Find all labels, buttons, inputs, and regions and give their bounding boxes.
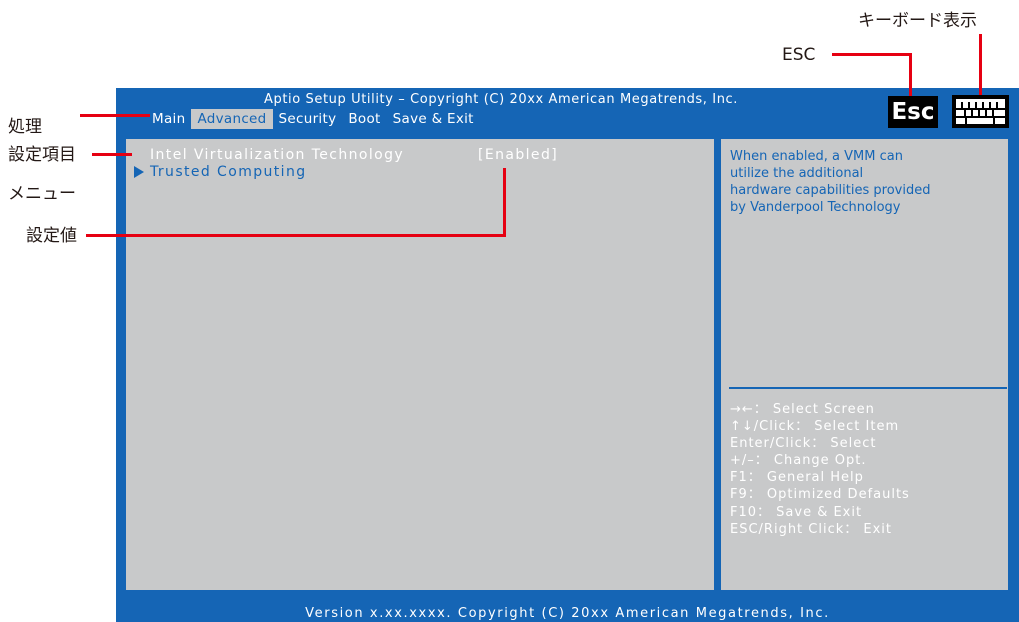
tab-boot[interactable]: Boot xyxy=(342,109,386,129)
keyboard-callout-line xyxy=(979,34,982,95)
bios-footer: Version x.xx.xxxx. Copyright (C) 20xx Am… xyxy=(305,606,830,621)
key-help-item: F10： Save & Exit xyxy=(730,504,863,520)
bios-screen: Aptio Setup Utility – Copyright (C) 20xx… xyxy=(116,88,1019,622)
bios-title: Aptio Setup Utility – Copyright (C) 20xx… xyxy=(263,92,739,107)
tab-save-exit[interactable]: Save & Exit xyxy=(387,109,480,129)
key-help-item: ↑↓/Click： Select Item xyxy=(730,419,900,435)
submenu-arrow-icon xyxy=(134,166,144,178)
esc-callout-label: ESC xyxy=(782,45,816,65)
help-text: When enabled, a VMM can utilize the addi… xyxy=(730,149,931,215)
menu-callout-line2: メニュー xyxy=(8,184,76,204)
setting-row-trusted-computing[interactable]: Trusted Computing xyxy=(150,164,307,180)
key-help-list: →←： Select Screen ↑↓/Click： Select Item … xyxy=(730,401,910,538)
tab-security[interactable]: Security xyxy=(273,109,343,129)
settings-panel: Intel Virtualization Technology [Enabled… xyxy=(124,137,716,592)
value-callout-label: 設定値 xyxy=(26,226,77,246)
item-callout-line xyxy=(92,153,132,156)
key-help-item: →←： Select Screen xyxy=(730,402,875,417)
setting-row-virtualization[interactable]: Intel Virtualization Technology xyxy=(150,147,404,163)
key-help-item: F9： Optimized Defaults xyxy=(730,487,910,503)
help-panel: When enabled, a VMM can utilize the addi… xyxy=(719,137,1010,592)
esc-key-icon[interactable]: Esc xyxy=(888,96,938,128)
esc-callout-line-vertical xyxy=(909,53,912,96)
setting-value-virtualization[interactable]: [Enabled] xyxy=(478,147,558,163)
setting-label-trusted-computing: Trusted Computing xyxy=(150,164,307,180)
esc-callout-line xyxy=(832,53,912,56)
value-callout-line xyxy=(86,234,506,237)
keyboard-icon[interactable] xyxy=(952,95,1009,128)
key-help-item: +/–： Change Opt. xyxy=(730,453,867,469)
tab-main[interactable]: Main xyxy=(146,109,191,129)
setting-label-virtualization: Intel Virtualization Technology xyxy=(150,147,405,163)
item-callout-label: 設定項目 xyxy=(8,145,76,165)
menu-tabs: Main Advanced Security Boot Save & Exit xyxy=(146,109,480,129)
value-callout-line-vertical xyxy=(503,168,506,237)
menu-callout-line1: 処理 xyxy=(8,117,42,137)
key-help-item: F1： General Help xyxy=(730,470,864,486)
key-help-item: ESC/Right Click： Exit xyxy=(730,521,893,537)
help-divider xyxy=(729,387,1007,389)
tab-advanced[interactable]: Advanced xyxy=(191,109,273,129)
keyboard-callout-label: キーボード表示 xyxy=(858,11,977,31)
key-help-item: Enter/Click： Select xyxy=(730,436,877,452)
menu-callout-line xyxy=(80,114,150,117)
